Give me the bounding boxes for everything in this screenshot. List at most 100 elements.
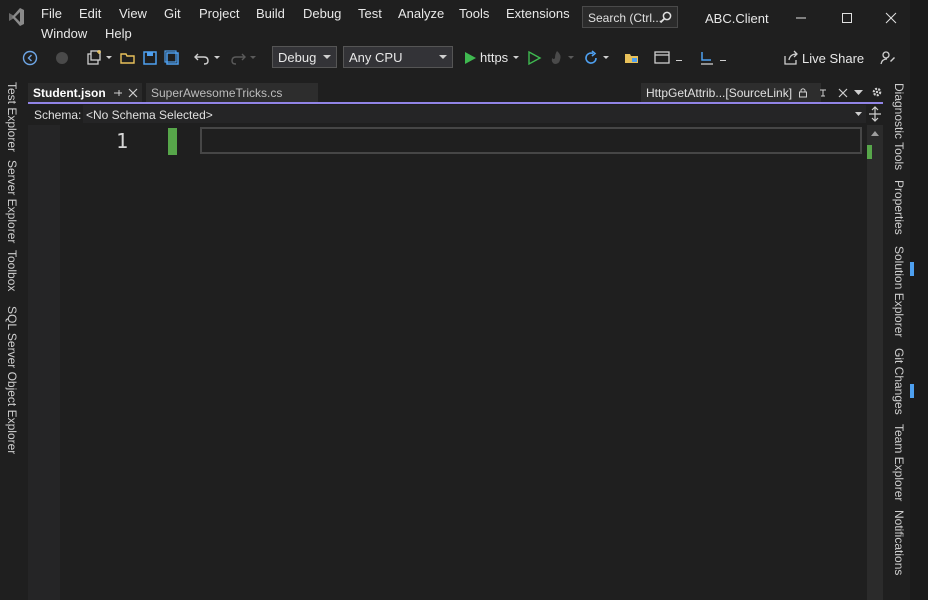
- new-dropdown-arrow[interactable]: [106, 56, 112, 59]
- new-project-icon[interactable]: [84, 48, 104, 68]
- menu-extensions[interactable]: Extensions: [506, 6, 570, 21]
- menu-git[interactable]: Git: [164, 6, 181, 21]
- tab-git-changes[interactable]: Git Changes: [892, 348, 906, 415]
- folder-view-icon[interactable]: [622, 48, 642, 68]
- chevron-down-icon: [855, 112, 862, 116]
- tab-diagnostic-tools[interactable]: Diagnostic Tools: [892, 83, 906, 170]
- tab-superawesometricks-cs[interactable]: SuperAwesomeTricks.cs: [146, 83, 318, 102]
- step-into-icon[interactable]: [697, 48, 717, 68]
- navigate-back-icon[interactable]: [20, 48, 40, 68]
- run-target-dropdown-arrow[interactable]: [513, 56, 519, 59]
- live-share-label[interactable]: Live Share: [802, 51, 864, 66]
- close-window-button[interactable]: [876, 4, 906, 32]
- editor-margin: [28, 125, 60, 600]
- toolbar-overflow[interactable]: [720, 60, 726, 61]
- close-preview-tab-icon[interactable]: [838, 88, 848, 98]
- solution-configuration-dropdown[interactable]: Debug: [272, 46, 337, 68]
- open-folder-icon[interactable]: [118, 48, 138, 68]
- feedback-icon[interactable]: [878, 48, 898, 68]
- schema-dropdown[interactable]: <No Schema Selected>: [83, 105, 866, 123]
- scrollbar-change-marker: [867, 145, 872, 159]
- pin-tab-icon[interactable]: [818, 88, 828, 98]
- menu-analyze[interactable]: Analyze: [398, 6, 444, 21]
- tab-toolbox[interactable]: Toolbox: [5, 250, 19, 291]
- minimize-icon: [796, 17, 806, 19]
- menu-test[interactable]: Test: [358, 6, 382, 21]
- refresh-dropdown-arrow[interactable]: [603, 56, 609, 59]
- code-editor[interactable]: [28, 125, 867, 600]
- menu-window[interactable]: Window: [41, 26, 87, 41]
- live-share-icon[interactable]: [781, 48, 801, 68]
- chevron-down-icon: [323, 55, 331, 59]
- pin-icon[interactable]: [113, 88, 123, 98]
- window-title: ABC.Client: [705, 11, 769, 26]
- start-without-debugging-icon[interactable]: [524, 48, 544, 68]
- tab-preview-sourcelink[interactable]: HttpGetAttrib...[SourceLink]: [641, 83, 821, 102]
- minimize-button[interactable]: [786, 4, 816, 32]
- vertical-scrollbar[interactable]: [867, 125, 883, 600]
- navigate-forward-icon[interactable]: [52, 48, 72, 68]
- menu-debug[interactable]: Debug: [303, 6, 341, 21]
- hot-reload-icon[interactable]: [547, 48, 567, 68]
- schema-label: Schema:: [34, 108, 82, 122]
- menu-file[interactable]: File: [41, 6, 62, 21]
- tab-list-dropdown-icon[interactable]: [854, 90, 863, 96]
- menu-project[interactable]: Project: [199, 6, 239, 21]
- right-tool-window-rail: Diagnostic Tools Properties Solution Exp…: [888, 80, 910, 600]
- search-label: Search (Ctrl...: [588, 11, 663, 25]
- search-input[interactable]: Search (Ctrl...: [582, 6, 678, 28]
- left-tool-window-rail: Test Explorer Server Explorer Toolbox SQ…: [0, 80, 26, 600]
- tab-server-explorer[interactable]: Server Explorer: [5, 160, 19, 243]
- close-tab-icon[interactable]: [128, 88, 138, 98]
- undo-dropdown-arrow[interactable]: [214, 56, 220, 59]
- menu-help[interactable]: Help: [105, 26, 132, 41]
- refresh-icon[interactable]: [581, 48, 601, 68]
- menu-view[interactable]: View: [119, 6, 147, 21]
- run-target-label[interactable]: https: [480, 50, 508, 65]
- schema-value: <No Schema Selected>: [86, 108, 213, 122]
- change-tracking-bar: [168, 128, 177, 155]
- background-window-edge: [910, 0, 928, 600]
- search-icon: [659, 11, 672, 24]
- tab-test-explorer[interactable]: Test Explorer: [5, 82, 19, 152]
- background-highlight: [910, 262, 914, 276]
- tab-superawesometricks-label: SuperAwesomeTricks.cs: [151, 86, 283, 100]
- menu-build[interactable]: Build: [256, 6, 285, 21]
- maximize-button[interactable]: [832, 4, 862, 32]
- tab-team-explorer[interactable]: Team Explorer: [892, 424, 906, 501]
- close-icon: [885, 12, 897, 24]
- menu-edit[interactable]: Edit: [79, 6, 101, 21]
- tab-student-json[interactable]: Student.json: [28, 83, 142, 102]
- split-window-icon[interactable]: [868, 106, 882, 122]
- redo-icon[interactable]: [228, 48, 248, 68]
- background-highlight: [910, 384, 914, 398]
- title-bar: File Edit View Git Project Build Debug T…: [0, 0, 910, 44]
- settings-gear-icon[interactable]: [871, 86, 883, 98]
- tab-notifications[interactable]: Notifications: [892, 510, 906, 575]
- scroll-up-arrow-icon[interactable]: [871, 131, 879, 136]
- line-number: 1: [116, 129, 129, 153]
- browser-dropdown-arrow[interactable]: [676, 60, 682, 61]
- start-debugging-icon[interactable]: [460, 48, 480, 68]
- tab-student-json-label: Student.json: [33, 86, 106, 100]
- undo-icon[interactable]: [192, 48, 212, 68]
- tab-preview-label: HttpGetAttrib...[SourceLink]: [646, 86, 793, 100]
- solution-platform-dropdown[interactable]: Any CPU: [343, 46, 453, 68]
- standard-toolbar: Debug Any CPU https Live Share: [0, 44, 910, 72]
- document-tab-strip: Student.json SuperAwesomeTricks.cs HttpG…: [28, 83, 883, 104]
- redo-dropdown-arrow[interactable]: [250, 56, 256, 59]
- save-all-icon[interactable]: [162, 48, 182, 68]
- tab-sql-server-object-explorer[interactable]: SQL Server Object Explorer: [5, 306, 19, 454]
- visual-studio-logo-icon[interactable]: [6, 6, 26, 28]
- maximize-icon: [842, 13, 852, 23]
- hot-reload-dropdown-arrow[interactable]: [568, 56, 574, 59]
- current-line-highlight[interactable]: [200, 127, 862, 154]
- menu-tools[interactable]: Tools: [459, 6, 489, 21]
- chevron-down-icon: [439, 55, 447, 59]
- save-icon[interactable]: [140, 48, 160, 68]
- browser-window-icon[interactable]: [652, 48, 672, 68]
- solution-configuration-value: Debug: [278, 50, 317, 65]
- solution-platform-value: Any CPU: [349, 50, 403, 65]
- tab-solution-explorer[interactable]: Solution Explorer: [892, 246, 906, 337]
- tab-properties[interactable]: Properties: [892, 180, 906, 235]
